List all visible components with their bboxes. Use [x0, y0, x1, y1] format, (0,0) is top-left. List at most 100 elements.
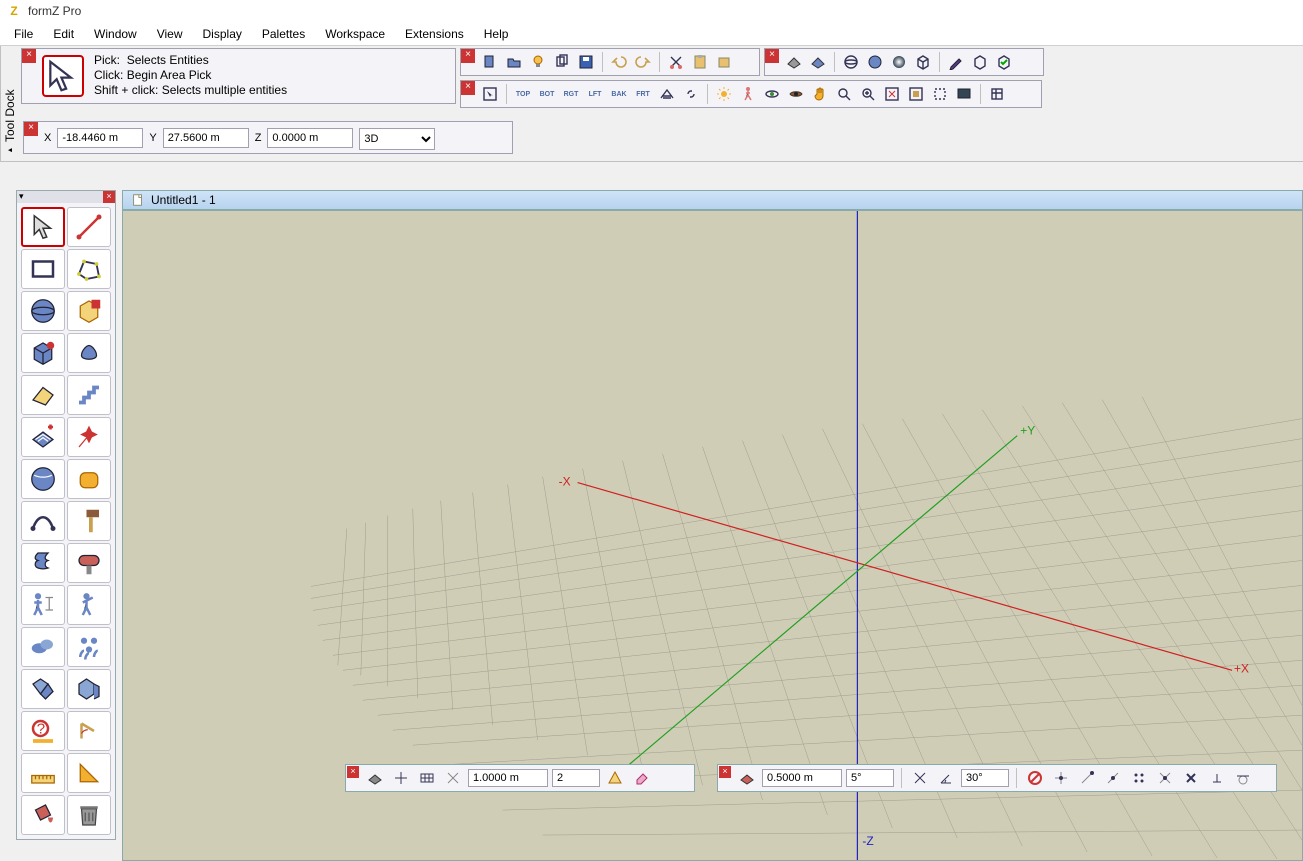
man-dim-tool[interactable]	[21, 585, 65, 625]
new-project-icon[interactable]	[479, 51, 501, 73]
clouds-tool[interactable]	[21, 627, 65, 667]
snap-distance-input[interactable]	[762, 769, 842, 787]
snap-angle1-input[interactable]	[846, 769, 894, 787]
x-input[interactable]	[57, 128, 143, 148]
close-icon[interactable]: ×	[347, 766, 359, 778]
angle-x-icon[interactable]	[909, 767, 931, 789]
menu-workspace[interactable]: Workspace	[315, 24, 395, 44]
cube-red-tool[interactable]	[21, 333, 65, 373]
stairs-tool[interactable]	[67, 375, 111, 415]
snap-tangent-icon[interactable]	[1232, 767, 1254, 789]
bucket-tool[interactable]	[21, 795, 65, 835]
tool-dock-handle[interactable]: ▸ Tool Dock	[0, 46, 19, 161]
document-tab[interactable]: Untitled1 - 1	[122, 190, 1303, 210]
measure-q-tool[interactable]: ?	[21, 711, 65, 751]
menu-extensions[interactable]: Extensions	[395, 24, 474, 44]
menu-window[interactable]: Window	[84, 24, 147, 44]
box-plus-tool[interactable]	[67, 291, 111, 331]
solid-sphere-icon[interactable]	[888, 51, 910, 73]
walk-icon[interactable]	[737, 83, 759, 105]
eye-icon[interactable]	[785, 83, 807, 105]
snap-perp-icon[interactable]	[1206, 767, 1228, 789]
save-icon[interactable]	[575, 51, 597, 73]
pencil-icon[interactable]	[945, 51, 967, 73]
view-rgt-button[interactable]: RGT	[560, 83, 582, 105]
menu-help[interactable]: Help	[474, 24, 519, 44]
snap-endpoint-icon[interactable]	[1076, 767, 1098, 789]
y-input[interactable]	[163, 128, 249, 148]
zoom-extents-icon[interactable]	[905, 83, 927, 105]
roller-tool[interactable]	[67, 543, 111, 583]
group-tool[interactable]	[67, 627, 111, 667]
rectangle-tool[interactable]	[21, 249, 65, 289]
menu-display[interactable]: Display	[193, 24, 252, 44]
snap-multi-icon[interactable]	[1128, 767, 1150, 789]
measure-a-tool[interactable]	[67, 711, 111, 751]
curve-tool[interactable]	[21, 501, 65, 541]
no-snap-icon[interactable]	[1024, 767, 1046, 789]
man-point-tool[interactable]	[67, 585, 111, 625]
sphere2-tool[interactable]	[21, 459, 65, 499]
paste-icon[interactable]	[689, 51, 711, 73]
snap-grid-icon[interactable]	[736, 767, 758, 789]
view-top-button[interactable]: TOP	[512, 83, 534, 105]
shaded-sphere-icon[interactable]	[864, 51, 886, 73]
view-lft-button[interactable]: LFT	[584, 83, 606, 105]
cross-icon[interactable]	[442, 767, 464, 789]
link-icon[interactable]	[680, 83, 702, 105]
plane-a-icon[interactable]	[783, 51, 805, 73]
light-bulb-icon[interactable]	[527, 51, 549, 73]
copy-icon[interactable]	[551, 51, 573, 73]
menu-file[interactable]: File	[4, 24, 43, 44]
eraser-icon[interactable]	[630, 767, 652, 789]
check-cube-icon[interactable]	[993, 51, 1015, 73]
pick-tool[interactable]	[21, 207, 65, 247]
viewport-3d[interactable]: +X -X +Y -Y -Z × ×	[122, 210, 1303, 861]
hand-icon[interactable]	[809, 83, 831, 105]
axis-toggle-icon[interactable]	[390, 767, 412, 789]
trash-tool[interactable]	[67, 795, 111, 835]
settings-icon[interactable]	[986, 83, 1008, 105]
menu-view[interactable]: View	[147, 24, 193, 44]
lathe-tool[interactable]	[21, 543, 65, 583]
rounded-tool[interactable]	[67, 459, 111, 499]
close-icon[interactable]: ×	[22, 49, 36, 63]
cut-icon[interactable]	[665, 51, 687, 73]
redo-icon[interactable]	[632, 51, 654, 73]
grid-plus-tool[interactable]	[21, 417, 65, 457]
open-project-icon[interactable]	[503, 51, 525, 73]
wire-cube-icon[interactable]	[912, 51, 934, 73]
grid-count-input[interactable]	[552, 769, 600, 787]
zoom-in-icon[interactable]	[857, 83, 879, 105]
warning-icon[interactable]	[604, 767, 626, 789]
ruler-tool[interactable]	[21, 753, 65, 793]
cursor-box-icon[interactable]	[479, 83, 501, 105]
triangle-tool[interactable]	[67, 753, 111, 793]
unfold1-tool[interactable]	[21, 669, 65, 709]
close-icon[interactable]: ×	[461, 49, 475, 63]
frame-icon[interactable]	[929, 83, 951, 105]
close-icon[interactable]: ×	[103, 191, 115, 203]
zoom-fit-icon[interactable]	[881, 83, 903, 105]
snap-angle2-input[interactable]	[961, 769, 1009, 787]
close-icon[interactable]: ×	[24, 122, 38, 136]
cube-outline-icon[interactable]	[969, 51, 991, 73]
view-bak-button[interactable]: BAK	[608, 83, 630, 105]
undo-icon[interactable]	[608, 51, 630, 73]
snap-mid-icon[interactable]	[1102, 767, 1124, 789]
spark-tool[interactable]	[67, 417, 111, 457]
menu-edit[interactable]: Edit	[43, 24, 84, 44]
extrude-tool[interactable]	[67, 333, 111, 373]
view-bot-button[interactable]: BOT	[536, 83, 558, 105]
persp-grid-icon[interactable]	[656, 83, 678, 105]
menu-palettes[interactable]: Palettes	[252, 24, 315, 44]
close-icon[interactable]: ×	[461, 81, 475, 95]
grid-toggle-icon[interactable]	[416, 767, 438, 789]
snap-point-icon[interactable]	[1050, 767, 1072, 789]
zoom-icon[interactable]	[833, 83, 855, 105]
snap-x-icon[interactable]	[1180, 767, 1202, 789]
snap-intersect-icon[interactable]	[1154, 767, 1176, 789]
view-frt-button[interactable]: FRT	[632, 83, 654, 105]
screen-icon[interactable]	[953, 83, 975, 105]
view-mode-select[interactable]: 3D	[359, 128, 435, 150]
